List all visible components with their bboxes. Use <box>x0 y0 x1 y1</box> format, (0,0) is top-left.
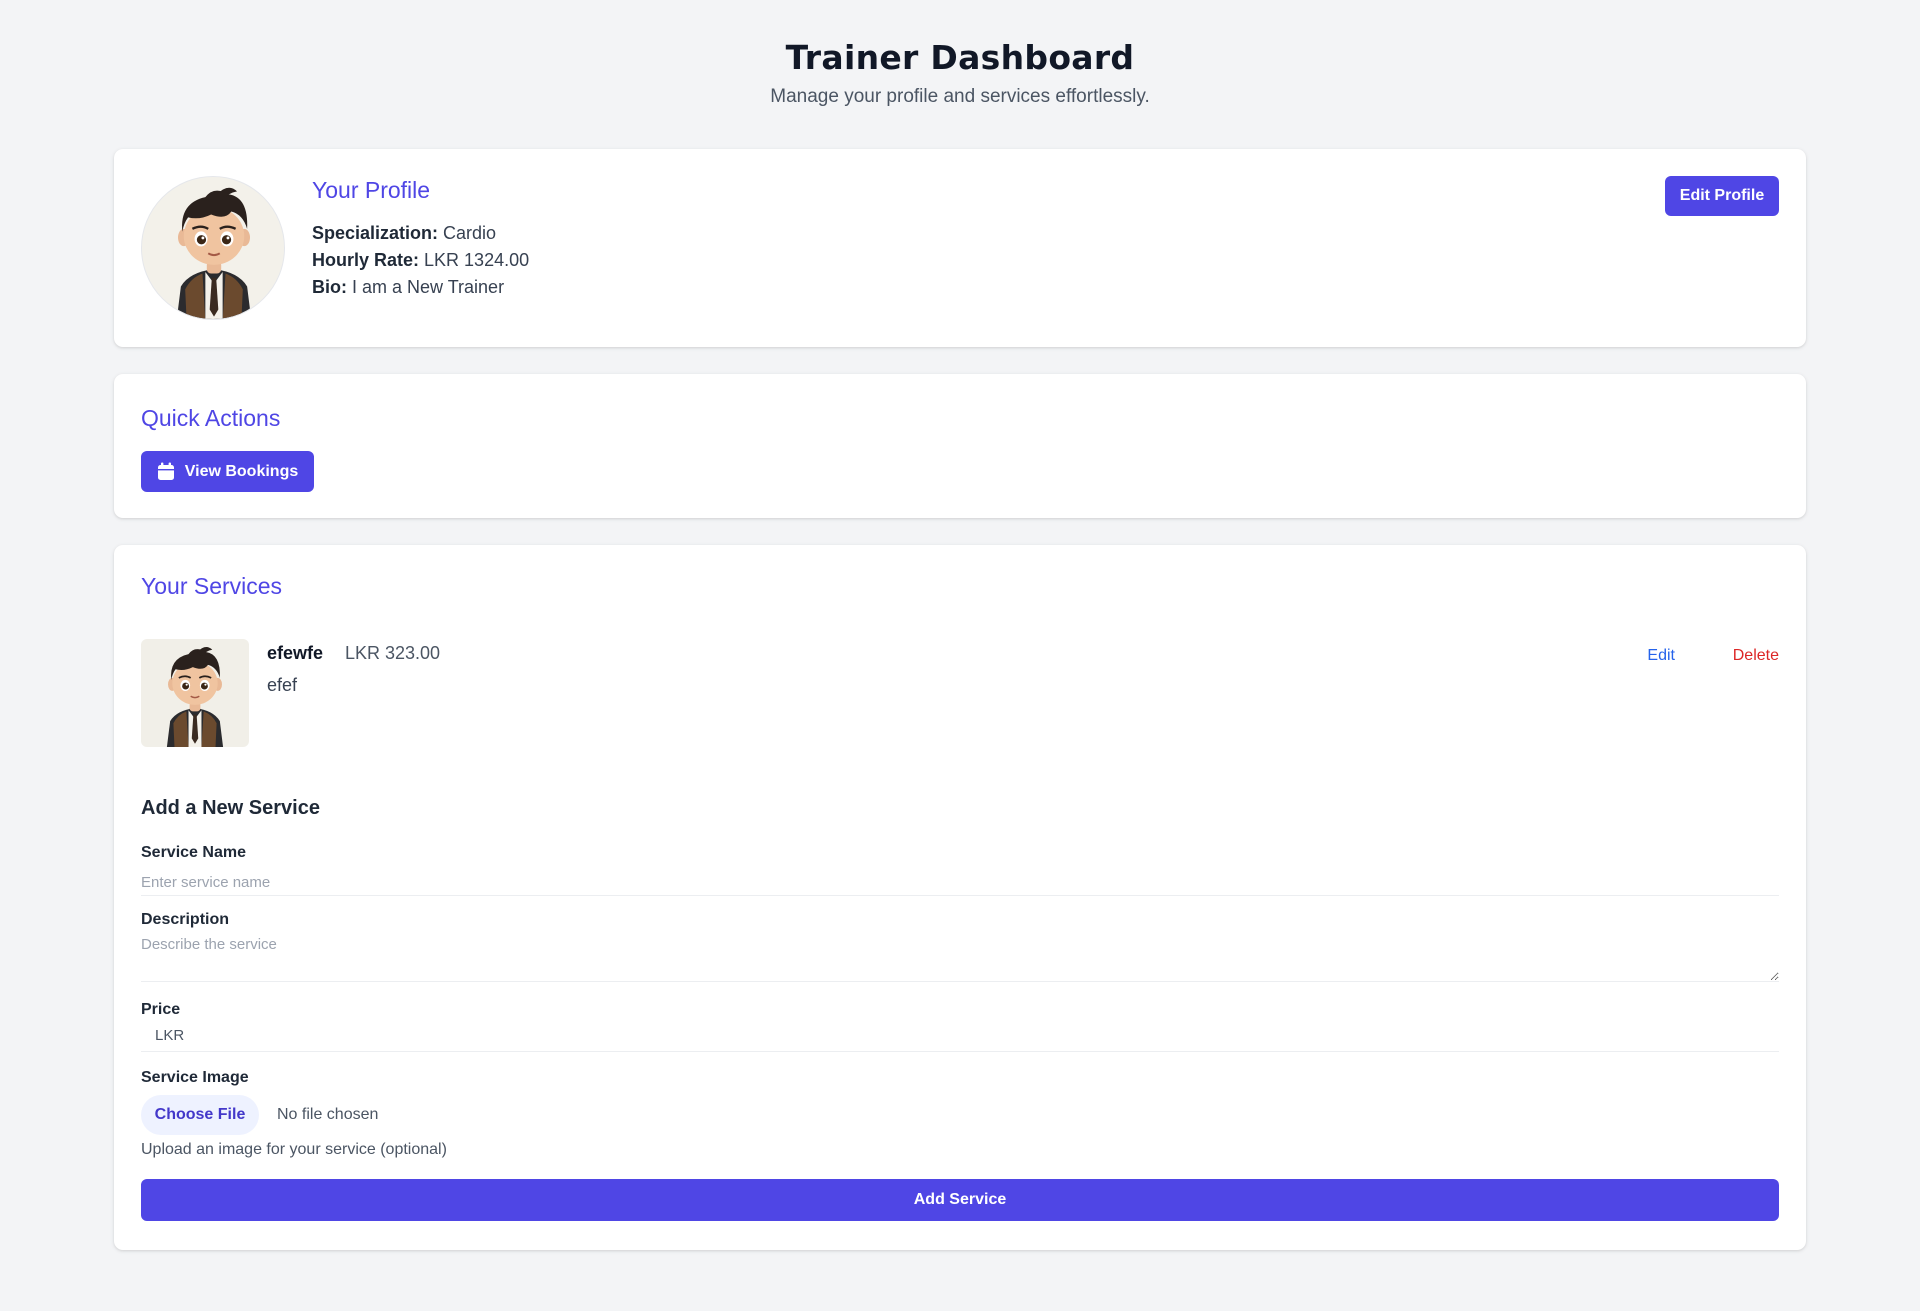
profile-hourly-rate: Hourly Rate: LKR 1324.00 <box>312 247 529 274</box>
services-card: Your Services efewfe LKR 323.00 efef Edi… <box>114 545 1806 1250</box>
bio-label: Bio: <box>312 277 347 297</box>
page-subtitle: Manage your profile and services effortl… <box>770 86 1150 107</box>
services-title: Your Services <box>141 573 283 599</box>
profile-card: Your Profile Specialization: Cardio Hour… <box>114 149 1806 347</box>
file-status: No file chosen <box>277 1106 379 1123</box>
add-service-button[interactable]: Add Service <box>141 1179 1779 1221</box>
view-bookings-label: View Bookings <box>184 462 299 480</box>
price-label: Price <box>141 1001 181 1018</box>
profile-info: Your Profile Specialization: Cardio Hour… <box>312 177 529 301</box>
hourly-rate-value: LKR 1324.00 <box>424 250 530 270</box>
service-description: efef <box>267 675 298 695</box>
cartoon-trainer-avatar-icon <box>142 177 285 320</box>
bio-value: I am a New Trainer <box>352 277 505 297</box>
specialization-label: Specialization: <box>312 223 439 243</box>
page-header: Trainer Dashboard Manage your profile an… <box>0 0 1920 108</box>
profile-section-title: Your Profile <box>312 177 431 203</box>
profile-bio: Bio: I am a New Trainer <box>312 274 529 301</box>
edit-profile-button[interactable]: Edit Profile <box>1665 176 1779 216</box>
choose-file-button[interactable]: Choose File <box>141 1095 259 1135</box>
service-name: efewfe <box>267 643 324 663</box>
add-service-form-title: Add a New Service <box>141 797 320 819</box>
quick-actions-title: Quick Actions <box>141 405 281 431</box>
price-input[interactable] <box>201 1025 1771 1049</box>
image-upload-hint: Upload an image for your service (option… <box>141 1141 447 1158</box>
service-item: efewfe LKR 323.00 efef Edit Delete <box>141 639 1779 747</box>
cartoon-trainer-thumbnail-icon <box>141 639 249 747</box>
service-price: LKR 323.00 <box>345 643 441 663</box>
quick-actions-card: Quick Actions View Bookings <box>114 374 1806 518</box>
price-currency-prefix: LKR <box>155 1027 185 1044</box>
view-bookings-button[interactable]: View Bookings <box>141 451 314 492</box>
file-picker: Choose File No file chosen <box>141 1095 378 1135</box>
description-textarea[interactable] <box>141 936 1779 982</box>
service-edit-link[interactable]: Edit <box>1647 647 1675 665</box>
description-label: Description <box>141 911 230 928</box>
calendar-icon <box>157 462 174 480</box>
specialization-value: Cardio <box>443 223 497 243</box>
service-image-label: Service Image <box>141 1069 249 1086</box>
profile-specialization: Specialization: Cardio <box>312 220 529 247</box>
page-title: Trainer Dashboard <box>785 38 1135 77</box>
price-field: LKR <box>141 1025 1779 1052</box>
profile-avatar <box>141 176 285 320</box>
service-delete-link[interactable]: Delete <box>1733 647 1779 665</box>
service-name-input[interactable] <box>141 869 1779 896</box>
service-image <box>141 639 249 747</box>
hourly-rate-label: Hourly Rate: <box>312 250 420 270</box>
service-name-label: Service Name <box>141 844 246 861</box>
